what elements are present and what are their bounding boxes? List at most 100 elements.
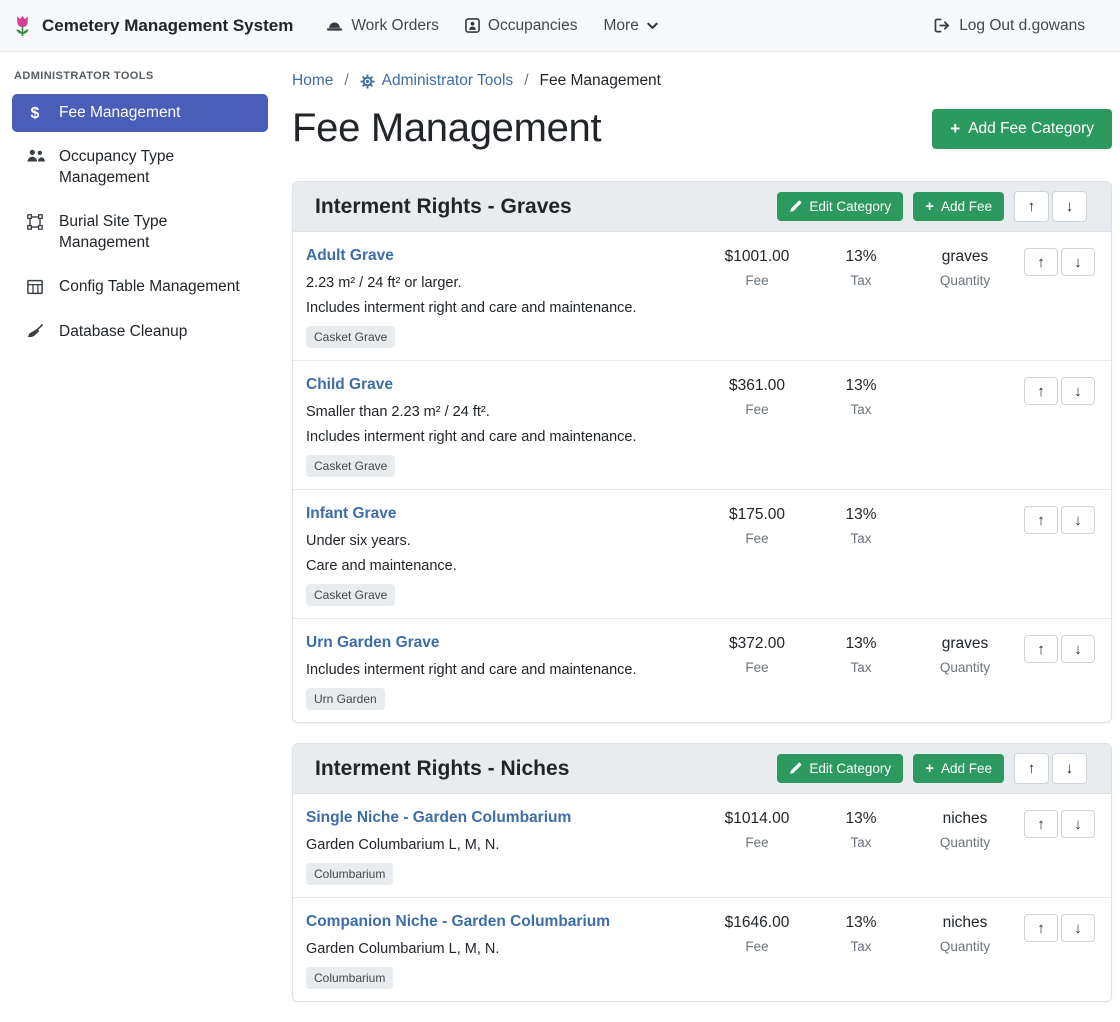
- fee-amount-column: $175.00 Fee: [705, 505, 809, 547]
- breadcrumb-separator: /: [344, 72, 348, 90]
- quantity-column-label: [913, 402, 1017, 418]
- fee-name-link[interactable]: Companion Niche - Garden Columbarium: [306, 913, 610, 931]
- fee-category-card: Interment Rights - Graves Edit Category …: [292, 181, 1112, 723]
- move-category-up-button[interactable]: ↑: [1014, 753, 1049, 784]
- occupancy-icon: [465, 18, 480, 33]
- edit-category-button[interactable]: Edit Category: [777, 754, 903, 783]
- fee-description: Includes interment right and care and ma…: [306, 662, 697, 678]
- fee-descriptions: Garden Columbarium L, M, N.: [306, 837, 697, 853]
- move-fee-down-button[interactable]: ↓: [1061, 377, 1095, 405]
- fee-column-label: Fee: [705, 835, 809, 851]
- fee-descriptions: Under six years.Care and maintenance.: [306, 533, 697, 574]
- fee-amount: $1001.00: [705, 248, 809, 266]
- fee-name-link[interactable]: Child Grave: [306, 376, 393, 394]
- fee-column-label: Fee: [705, 402, 809, 418]
- fee-row: Companion Niche - Garden Columbarium Gar…: [293, 898, 1111, 1001]
- fee-amount-column: $372.00 Fee: [705, 634, 809, 676]
- nav-work-orders[interactable]: Work Orders: [313, 9, 452, 43]
- logout-label: Log Out d.gowans: [959, 17, 1085, 35]
- breadcrumb-admin-tools-link[interactable]: Administrator Tools: [360, 72, 514, 90]
- category-actions: Edit Category + Add Fee ↑ ↓: [777, 753, 1087, 784]
- sidebar-item-fee-management[interactable]: $ Fee Management: [12, 94, 268, 132]
- add-fee-button[interactable]: + Add Fee: [913, 192, 1004, 221]
- fee-name-link[interactable]: Infant Grave: [306, 505, 396, 523]
- sidebar-item-database-cleanup[interactable]: Database Cleanup: [12, 313, 268, 351]
- fee-column-label: Fee: [705, 939, 809, 955]
- move-fee-down-button[interactable]: ↓: [1061, 506, 1095, 534]
- quantity-column-label: Quantity: [913, 660, 1017, 676]
- fee-column-label: Fee: [705, 273, 809, 289]
- nav-more[interactable]: More: [591, 9, 671, 43]
- arrow-up-icon: ↑: [1028, 760, 1036, 777]
- move-fee-down-button[interactable]: ↓: [1061, 635, 1095, 663]
- move-fee-down-button[interactable]: ↓: [1061, 914, 1095, 942]
- fee-info: Infant Grave Under six years.Care and ma…: [306, 505, 705, 606]
- move-category-down-button[interactable]: ↓: [1052, 191, 1087, 222]
- nav-occupancies[interactable]: Occupancies: [452, 9, 591, 43]
- fee-description: Includes interment right and care and ma…: [306, 300, 697, 316]
- fee-type-badge: Casket Grave: [306, 584, 395, 606]
- move-fee-up-button[interactable]: ↑: [1024, 248, 1058, 276]
- logout-icon: [934, 18, 951, 33]
- move-fee-up-button[interactable]: ↑: [1024, 810, 1058, 838]
- logout-button[interactable]: Log Out d.gowans: [921, 9, 1098, 43]
- fee-info: Child Grave Smaller than 2.23 m² / 24 ft…: [306, 376, 705, 477]
- move-fee-down-button[interactable]: ↓: [1061, 248, 1095, 276]
- app-title: Cemetery Management System: [42, 16, 293, 36]
- arrow-up-icon: ↑: [1037, 254, 1045, 271]
- arrow-down-icon: ↓: [1074, 920, 1082, 937]
- fee-amount-column: $361.00 Fee: [705, 376, 809, 418]
- main-content: Home / Administrator Tools / Fee Managem…: [280, 52, 1120, 1022]
- move-fee-up-button[interactable]: ↑: [1024, 506, 1058, 534]
- arrow-down-icon: ↓: [1074, 816, 1082, 833]
- sidebar-item-config-table-management[interactable]: Config Table Management: [12, 268, 268, 306]
- fee-name-link[interactable]: Single Niche - Garden Columbarium: [306, 809, 571, 827]
- move-category-down-button[interactable]: ↓: [1052, 753, 1087, 784]
- fee-info: Companion Niche - Garden Columbarium Gar…: [306, 913, 705, 989]
- fee-description: 2.23 m² / 24 ft² or larger.: [306, 275, 697, 291]
- quantity-column-label: Quantity: [913, 273, 1017, 289]
- fee-amount: $361.00: [705, 377, 809, 395]
- sidebar-item-label: Fee Management: [59, 103, 181, 123]
- fee-reorder-buttons: ↑ ↓: [1017, 247, 1095, 276]
- fee-row: Single Niche - Garden Columbarium Garden…: [293, 794, 1111, 898]
- move-fee-down-button[interactable]: ↓: [1061, 810, 1095, 838]
- quantity-column: niches Quantity: [913, 809, 1017, 851]
- edit-category-button[interactable]: Edit Category: [777, 192, 903, 221]
- quantity-unit: niches: [913, 914, 1017, 932]
- chevron-down-icon: [647, 22, 658, 30]
- quantity-unit: [913, 377, 1017, 395]
- move-fee-up-button[interactable]: ↑: [1024, 377, 1058, 405]
- fee-type-badge: Urn Garden: [306, 688, 385, 710]
- quantity-column: [913, 376, 1017, 418]
- plus-icon: +: [925, 763, 934, 775]
- add-fee-category-button[interactable]: + Add Fee Category: [932, 109, 1112, 149]
- vector-square-icon: [24, 214, 46, 230]
- fee-row: Child Grave Smaller than 2.23 m² / 24 ft…: [293, 361, 1111, 490]
- breadcrumb-home-link[interactable]: Home: [292, 72, 333, 90]
- fee-reorder-buttons: ↑ ↓: [1017, 376, 1095, 405]
- edit-category-label: Edit Category: [809, 761, 891, 776]
- fee-reorder-buttons: ↑ ↓: [1017, 634, 1095, 663]
- fee-amount: $175.00: [705, 506, 809, 524]
- tax-rate: 13%: [809, 248, 913, 266]
- tulip-logo-icon: [12, 13, 33, 38]
- app-brand[interactable]: Cemetery Management System: [12, 13, 293, 38]
- plus-icon: +: [950, 122, 960, 135]
- add-fee-button[interactable]: + Add Fee: [913, 754, 1004, 783]
- category-header: Interment Rights - Graves Edit Category …: [293, 182, 1111, 232]
- move-fee-up-button[interactable]: ↑: [1024, 914, 1058, 942]
- move-category-up-button[interactable]: ↑: [1014, 191, 1049, 222]
- sidebar: ADMINISTRATOR TOOLS $ Fee Management Occ…: [0, 52, 280, 373]
- move-fee-up-button[interactable]: ↑: [1024, 635, 1058, 663]
- fee-list: Adult Grave 2.23 m² / 24 ft² or larger. I…: [293, 232, 1111, 722]
- fee-name-link[interactable]: Adult Grave: [306, 247, 394, 265]
- fee-amount-column: $1014.00 Fee: [705, 809, 809, 851]
- add-fee-label: Add Fee: [941, 199, 992, 214]
- fee-info: Single Niche - Garden Columbarium Garden…: [306, 809, 705, 885]
- quantity-column-label: Quantity: [913, 835, 1017, 851]
- sidebar-item-occupancy-type-management[interactable]: Occupancy Type Management: [12, 138, 268, 197]
- fee-descriptions: Includes interment right and care and ma…: [306, 662, 697, 678]
- sidebar-item-burial-site-type-management[interactable]: Burial Site Type Management: [12, 203, 268, 262]
- fee-name-link[interactable]: Urn Garden Grave: [306, 634, 440, 652]
